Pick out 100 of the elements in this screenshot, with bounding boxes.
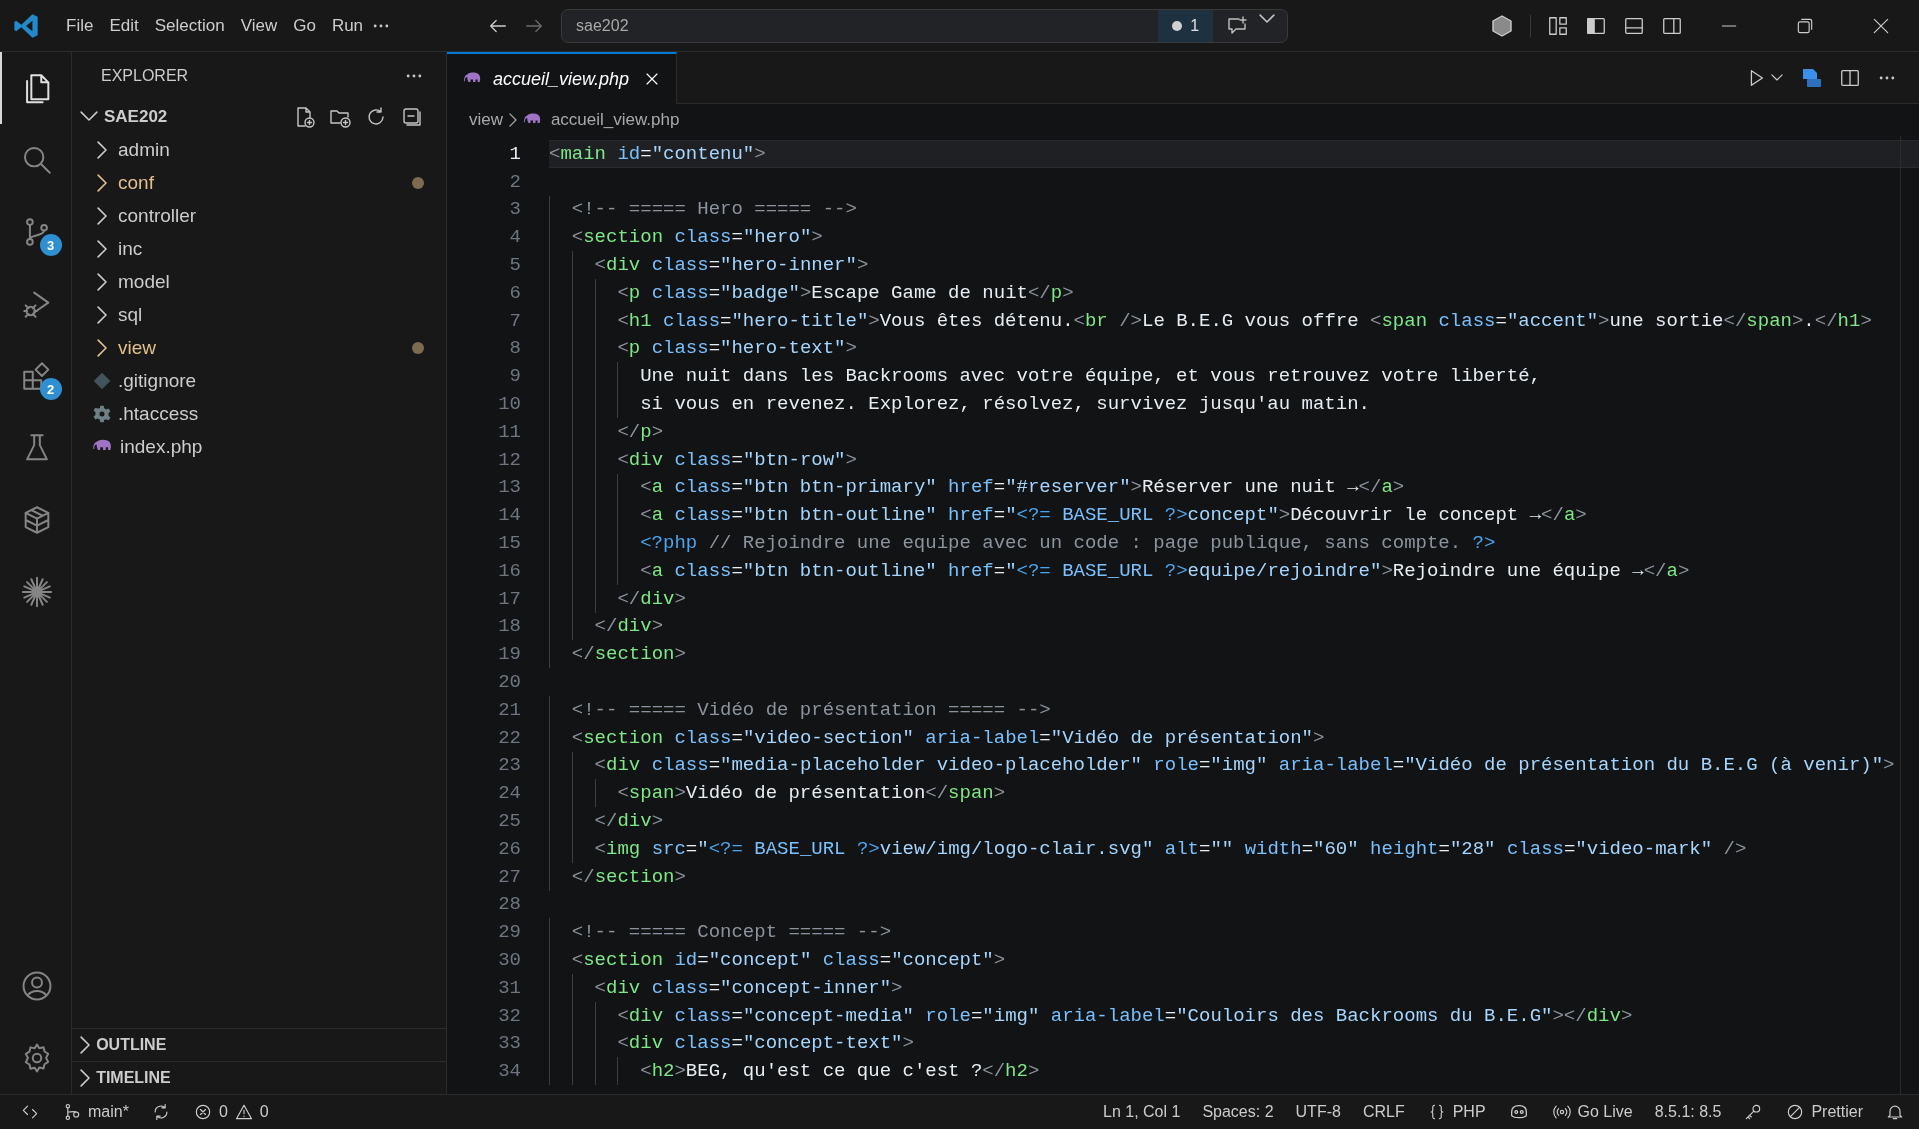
code-line: </p>: [617, 420, 664, 443]
command-center[interactable]: sae202 1: [561, 8, 1289, 43]
tree-item[interactable]: admin: [72, 133, 446, 166]
line-number: 14: [497, 504, 521, 527]
count-badge: 2: [39, 378, 62, 400]
caret-icon[interactable]: [1259, 13, 1276, 23]
code-line: </section>: [571, 865, 686, 888]
line-number: 5: [508, 254, 521, 277]
status-item[interactable]: Spaces: 2: [1202, 1103, 1274, 1121]
code-line: </div>: [617, 587, 686, 610]
dot-icon: [1172, 20, 1183, 31]
code-line: <h1 class="hero-title">Vous êtes détenu.<br />Le B.E.G vous offre <span class="accent">une sortie</span>.</h1>: [617, 309, 1872, 332]
line-number: 11: [497, 420, 521, 443]
menu-item[interactable]: View: [232, 10, 286, 41]
code-line: <a class="btn btn-outline" href="<?= BASE_URL ?>equipe/rejoindre">Rejoindre une équipe →</a>: [640, 559, 1690, 582]
menu-item[interactable]: Edit: [101, 10, 147, 41]
line-number: 20: [497, 671, 521, 694]
line-number: 16: [497, 559, 521, 582]
code-line: <a class="btn btn-outline" href="<?= BASE_URL ?>concept">Découvrir le concept →</a>: [640, 504, 1587, 527]
tree-root[interactable]: SAE202: [80, 106, 292, 127]
chevron-right-icon: [509, 113, 517, 127]
status-item[interactable]: CRLF: [1362, 1103, 1405, 1121]
tree-item[interactable]: controller: [72, 199, 446, 232]
tree-item[interactable]: .gitignore: [72, 364, 446, 397]
breadcrumb-item[interactable]: view: [469, 110, 503, 130]
source-control-button[interactable]: 3: [0, 196, 72, 268]
branch-item[interactable]: main*: [62, 1102, 129, 1122]
line-number: 22: [497, 726, 521, 749]
line-number: 2: [508, 170, 521, 193]
status-item[interactable]: Ln 1, Col 1: [1103, 1103, 1181, 1121]
code-line: <section class="hero">: [571, 226, 823, 249]
code-line: <p class="hero-text">: [617, 337, 857, 360]
code-line: <div class="concept-media" role="img" aria-label="Couloirs des Backrooms du B.E.G"></div>: [617, 1004, 1633, 1027]
line-number: 34: [497, 1060, 521, 1083]
code-line: <div class="media-placeholder video-placeholder" role="img" aria-label="Vidéo de présentation du B.E.G (à venir)">: [594, 754, 1895, 777]
line-number: 7: [508, 309, 521, 332]
code-line: <div class="hero-inner">: [594, 254, 869, 277]
line-number: 24: [497, 782, 521, 805]
line-number: 18: [497, 615, 521, 638]
panel-title: EXPLORER: [101, 67, 190, 85]
modified-dot: [412, 341, 424, 354]
line-number: 8: [508, 337, 521, 360]
menu-item[interactable]: Go: [285, 10, 324, 41]
menu-item[interactable]: File: [58, 10, 102, 41]
chevron-right-icon: [96, 239, 108, 258]
code-line: <p class="badge">Escape Game de nuit</p>: [617, 281, 1074, 304]
tree-item[interactable]: sql: [72, 298, 446, 331]
tree-item[interactable]: conf: [72, 166, 446, 199]
chevron-right-icon: [80, 1069, 91, 1087]
chevron-right-icon: [96, 173, 108, 192]
chevron-right-icon: [96, 305, 108, 324]
line-number: 26: [497, 837, 521, 860]
code-line: <img src="<?= BASE_URL ?>view/img/logo-clair.svg" alt="" width="60" height="28" class="video-mark" />: [594, 837, 1747, 860]
tree-item[interactable]: inc: [72, 232, 446, 265]
notification-count[interactable]: 1: [1158, 9, 1214, 42]
code-line: Une nuit dans les Backrooms avec votre équipe, et vous retrouvez votre liberté,: [640, 365, 1541, 388]
tree-item[interactable]: view: [72, 331, 446, 364]
chevron-down-icon: [80, 111, 98, 122]
code-line: si vous en revenez. Explorez, résolvez, survivez jusqu'au matin.: [640, 393, 1370, 416]
tree-item[interactable]: model: [72, 265, 446, 298]
section-header[interactable]: OUTLINE: [72, 1028, 446, 1061]
line-number: 25: [497, 810, 521, 832]
diamond-icon: [92, 370, 112, 391]
status-item[interactable]: PHP: [1426, 1102, 1486, 1122]
line-number: 23: [497, 754, 521, 777]
line-number: 3: [508, 198, 521, 221]
line-number: 10: [497, 393, 521, 416]
line-number: 21: [497, 698, 521, 721]
code-line: <section id="concept" class="concept">: [571, 949, 1006, 971]
chevron-right-icon: [96, 338, 108, 357]
status-item[interactable]: Prettier: [1785, 1102, 1863, 1122]
breadcrumb-item[interactable]: accueil_view.php: [522, 110, 680, 130]
chevron-right-icon: [80, 1036, 91, 1054]
code-line: <!-- ===== Vidéo de présentation ===== -->: [571, 698, 1051, 721]
line-number: 13: [497, 476, 521, 499]
menu-item[interactable]: Run: [323, 10, 372, 41]
line-number: 31: [497, 976, 521, 999]
tree-item[interactable]: .htaccess: [72, 397, 446, 430]
code-line: <div class="concept-inner">: [594, 976, 903, 999]
status-item[interactable]: 8.5.1: 8.5: [1654, 1103, 1722, 1121]
code-line: </div>: [594, 810, 664, 832]
editor-tab[interactable]: accueil_view.php: [447, 52, 677, 104]
code-line: <span>Vidéo de présentation</span>: [617, 782, 1006, 805]
line-number: 19: [497, 643, 521, 666]
code-line: </div>: [594, 615, 664, 638]
menu-item[interactable]: Selection: [146, 10, 233, 41]
line-number: 30: [497, 949, 521, 971]
code-line: <!-- ===== Concept ===== -->: [571, 921, 892, 944]
layout-icon[interactable]: [1547, 14, 1569, 37]
gear-icon: [92, 403, 112, 424]
extensions-button[interactable]: 2: [0, 340, 72, 412]
caret-icon[interactable]: [1771, 74, 1783, 81]
chevron-right-icon: [96, 206, 108, 225]
line-number: 4: [508, 226, 521, 249]
status-item[interactable]: Go Live: [1551, 1102, 1633, 1122]
tree-item[interactable]: index.php: [72, 430, 446, 463]
code-line: <section class="video-section" aria-label="Vidéo de présentation">: [571, 726, 1325, 749]
status-item[interactable]: UTF-8: [1295, 1103, 1341, 1121]
code-line: <div class="concept-text">: [617, 1032, 914, 1055]
problems-item[interactable]: 0 0: [192, 1102, 269, 1122]
